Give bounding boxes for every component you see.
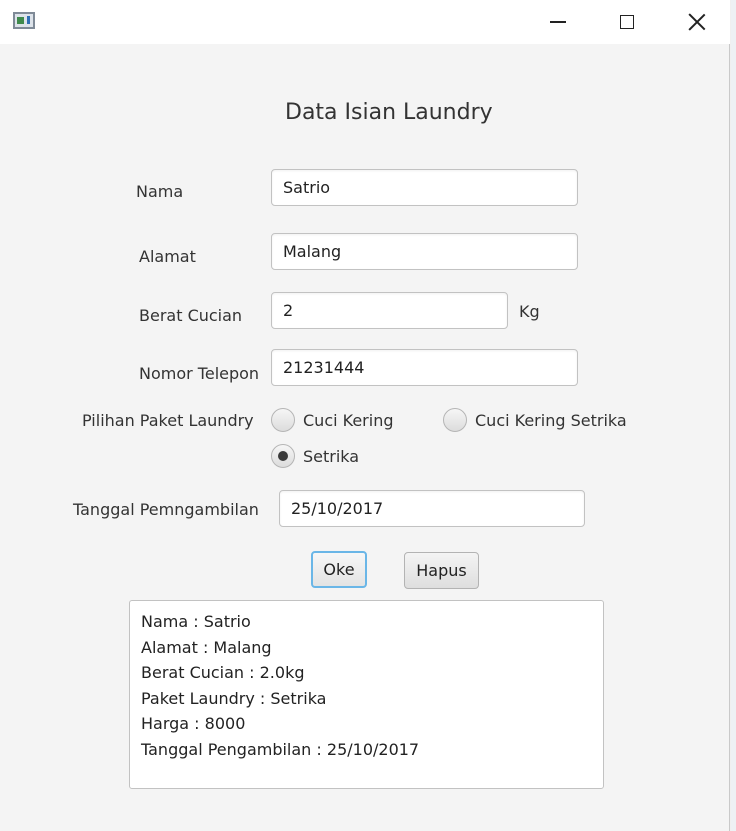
- telepon-label: Nomor Telepon: [139, 364, 260, 383]
- output-textarea[interactable]: Nama : Satrio Alamat : Malang Berat Cuci…: [129, 600, 604, 789]
- output-line: Harga : 8000: [141, 714, 246, 733]
- alamat-label: Alamat: [139, 247, 196, 266]
- radio-label: Cuci Kering: [303, 410, 394, 430]
- radio-setrika[interactable]: Setrika: [271, 444, 359, 468]
- radio-circle[interactable]: [271, 408, 295, 432]
- radio-circle-selected[interactable]: [271, 444, 295, 468]
- nama-input[interactable]: Satrio: [271, 169, 578, 206]
- title-bar[interactable]: [0, 0, 730, 44]
- app-window: Data Isian Laundry Nama Satrio Alamat Ma…: [0, 0, 730, 831]
- berat-cucian-label: Berat Cucian: [139, 306, 243, 325]
- tanggal-input[interactable]: 25/10/2017: [279, 490, 585, 527]
- output-line: Tanggal Pengambilan : 25/10/2017: [141, 739, 420, 759]
- close-button[interactable]: [674, 0, 720, 44]
- close-icon: [688, 13, 706, 31]
- radio-circle[interactable]: [443, 408, 467, 432]
- radio-label: Cuci Kering Setrika: [475, 410, 627, 430]
- paket-label: Pilihan Paket Laundry: [82, 411, 254, 430]
- tanggal-label: Tanggal Pemngambilan: [73, 500, 259, 519]
- minimize-icon: [550, 21, 566, 23]
- nama-label: Nama: [136, 182, 184, 201]
- output-line: Paket Laundry : Setrika: [141, 688, 327, 708]
- form-title: Data Isian Laundry: [285, 100, 493, 125]
- background-window-edge: [731, 0, 736, 831]
- alamat-input[interactable]: Malang: [271, 233, 578, 270]
- radio-cuci-kering-setrika[interactable]: Cuci Kering Setrika: [443, 408, 627, 432]
- radio-label: Setrika: [303, 446, 360, 466]
- hapus-button[interactable]: Hapus: [404, 552, 479, 589]
- maximize-icon: [620, 15, 634, 29]
- radio-cuci-kering[interactable]: Cuci Kering: [271, 408, 394, 432]
- minimize-button[interactable]: [535, 0, 581, 44]
- telepon-input[interactable]: 21231444: [271, 349, 578, 386]
- maximize-button[interactable]: [604, 0, 650, 44]
- output-line: Alamat : Malang: [141, 637, 272, 657]
- java-app-icon[interactable]: [13, 12, 35, 29]
- output-line: Nama : Satrio: [141, 612, 251, 631]
- oke-button[interactable]: Oke: [311, 551, 367, 588]
- berat-cucian-input[interactable]: 2: [271, 292, 508, 329]
- output-line: Berat Cucian : 2.0kg: [141, 663, 305, 682]
- berat-unit-label: Kg: [519, 302, 540, 321]
